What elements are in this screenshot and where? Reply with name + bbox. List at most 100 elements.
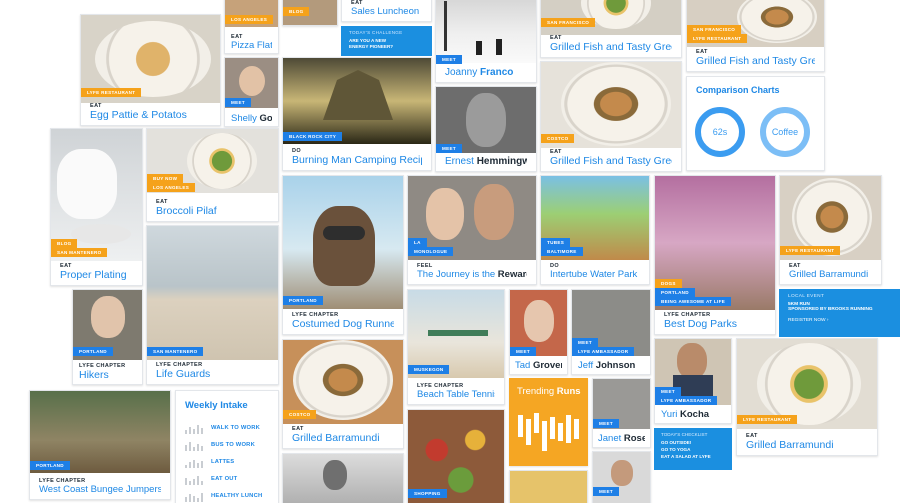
card-grilled-fish-right[interactable]: SAN FRANCISCO LYFE RESTAURANT EAT Grilled… [686, 0, 825, 72]
content-wall: LYFE RESTAURANT EAT Egg Pattie & Potatos … [0, 0, 910, 503]
checklist-item[interactable]: EAT A SALAD AT LYFE [661, 454, 725, 461]
restaurant-tag: LYFE RESTAURANT [780, 246, 841, 256]
card-hikers[interactable]: PORTLAND LYFE CHAPTER Hikers [72, 289, 143, 385]
intake-row[interactable]: WALK TO WORK [185, 421, 278, 435]
card-burning-man[interactable]: BLACK ROCK CITY DO Burning Man Camping Re… [282, 57, 432, 171]
card-best-dog-parks[interactable]: DOGS PORTLAND BEING AWESOME AT LIFE LYFE… [654, 175, 776, 335]
location-tag: SAN FRANCISCO [687, 25, 742, 35]
name-last: Rose [623, 433, 645, 444]
card-broccoli-pilaf[interactable]: BUY NOW LOS ANGELES EAT Broccoli Pilaf [146, 128, 279, 222]
trending-runs-card[interactable]: Trending Runs [509, 378, 588, 466]
monologue-tag: MONOLOGUE [408, 247, 454, 257]
card-barramundi-right[interactable]: LYFE RESTAURANT EAT Grilled Barramundi [736, 338, 878, 456]
blog-tag: BLOG [51, 239, 78, 249]
card-west-coast-bungee[interactable]: PORTLAND LYFE CHAPTER West Coast Bungee J… [29, 390, 171, 500]
card-title[interactable]: Egg Pattie & Potatos [90, 109, 211, 121]
card-soup-bottom[interactable] [509, 470, 588, 503]
tubes-tag: TUBES [541, 238, 571, 248]
card-title[interactable]: Best Dog Parks [664, 318, 766, 330]
card-title[interactable]: Broccoli Pilaf [156, 205, 269, 217]
donut-left-label: 62s [712, 127, 728, 137]
local-event-card[interactable]: LOCAL EVENT 5KM RUN SPONSORED BY BROOKS … [779, 289, 900, 337]
card-title[interactable]: Sales Luncheon [351, 6, 422, 17]
card-janet-rose[interactable]: MEET Janet Rose [592, 378, 651, 448]
register-link[interactable]: REGISTER NOW › [788, 318, 891, 323]
card-title[interactable]: Proper Plating [60, 269, 133, 281]
card-title[interactable]: Grilled Fish and Tasty Greens [550, 155, 672, 167]
card-title[interactable]: Grilled Fish and Tasty Greens [696, 55, 815, 67]
card-pizza-flats[interactable]: LOS ANGELES EATPizza Flats [224, 0, 279, 54]
location-tag: LYFE RESTAURANT [81, 88, 142, 98]
name-first: Yuri [661, 409, 678, 420]
card-shelly-gos[interactable]: MEET Shelly Gos [224, 57, 279, 127]
card-grilled-fish-top[interactable]: SAN FRANCISCO EAT Grilled Fish and Tasty … [540, 0, 682, 58]
location-tag: COSTCO [541, 134, 575, 144]
card-title[interactable]: Life Guards [156, 368, 269, 380]
awesome-tag: BEING AWESOME AT LIFE [655, 297, 732, 307]
name-first: Janet [598, 433, 622, 444]
name-last: Gos [259, 113, 272, 124]
card-jeff-johnson[interactable]: MEET LYFE AMBASSADOR Jeff Johnson [571, 289, 651, 375]
location-tag: PORTLAND [73, 347, 113, 357]
card-costumed-dog-runners[interactable]: PORTLAND LYFE CHAPTER Costumed Dog Runner… [282, 175, 404, 335]
location-tag: SAN FRANCISCO [541, 18, 596, 28]
name-last: Kocha [680, 409, 710, 420]
checklist-card[interactable]: TODAY'S CHECKLIST GO OUTSIDE! GO TO YOGA… [654, 428, 732, 470]
card-sales-luncheon[interactable]: EAT Sales Luncheon [341, 0, 432, 22]
location-tag: PORTLAND [655, 288, 695, 298]
card-title[interactable]: Costumed Dog Runners [292, 318, 394, 330]
card-title[interactable]: Grilled Barramundi [292, 432, 394, 444]
trending-bar-chart [518, 409, 582, 459]
chevron-right-icon: › [826, 318, 829, 323]
card-chef-bottom[interactable]: MEET [592, 451, 651, 503]
card-grilled-fish-costco[interactable]: COSTCO EATGrilled Fish and Tasty Greens [540, 61, 682, 172]
name-first: Joanny [445, 67, 478, 78]
food-photo [510, 471, 587, 503]
meet-tag: MEET [593, 487, 619, 497]
card-title[interactable]: Burning Man Camping Recipes [292, 154, 422, 166]
card-egg-pattie[interactable]: LYFE RESTAURANT EAT Egg Pattie & Potatos [80, 14, 221, 126]
location-tag: PORTLAND [283, 296, 323, 306]
intake-label: BUS TO WORK [211, 442, 255, 448]
card-yuri-kocha[interactable]: MEET LYFE AMBASSADOR Yuri Kocha [654, 338, 732, 424]
card-ernest-hemmingway[interactable]: MEET Ernest Hemmingway [435, 86, 537, 172]
checklist-item[interactable]: GO TO YOGA [661, 447, 725, 454]
location-tag: LA [408, 238, 427, 248]
checklist-item[interactable]: GO OUTSIDE! [661, 440, 725, 447]
card-title[interactable]: Grilled Fish and Tasty Greens [550, 41, 672, 53]
card-title[interactable]: Beach Table Tennis [417, 389, 495, 400]
card-title[interactable]: West Coast Bungee Jumpers [39, 484, 161, 495]
intake-bars [185, 458, 205, 468]
card-title[interactable]: Grilled Barramundi [789, 269, 872, 280]
intake-bars [185, 475, 205, 485]
intake-row[interactable]: EAT OUT [185, 472, 278, 486]
weekly-intake-card[interactable]: Weekly Intake WALK TO WORK BUS TO WORK L… [175, 390, 279, 503]
name-last: Johnson [595, 360, 636, 371]
name-first: Ernest [445, 156, 474, 167]
card-journey-reward[interactable]: LA MONOLOGUE FEEL The Journey is the Rewa… [407, 175, 537, 285]
card-intertube-water-park[interactable]: TUBES BALTIMORE DO Intertube Water Park [540, 175, 650, 285]
intake-row[interactable]: BUS TO WORK [185, 438, 278, 452]
card-beach-table-tennis[interactable]: MUSKEGON LYFE CHAPTER Beach Table Tennis [407, 289, 505, 405]
card-title[interactable]: Pizza Flats [231, 40, 272, 51]
card-proper-plating[interactable]: BLOG SAN MANTENERO EAT Proper Plating [50, 128, 143, 286]
card-barramundi-costco[interactable]: COSTCO EAT Grilled Barramundi [282, 339, 404, 449]
card-joanny-franco[interactable]: MEET Joanny Franco [435, 0, 537, 83]
card-title[interactable]: Intertube Water Park [550, 269, 640, 280]
comparison-charts-card[interactable]: Comparison Charts 62s Coffee [686, 76, 825, 171]
card-shopping[interactable]: SHOPPING [407, 409, 505, 503]
card-title[interactable]: Grilled Barramundi [746, 439, 868, 451]
card-blog-top[interactable]: BLOG [282, 0, 338, 26]
card-barramundi-top[interactable]: LYFE RESTAURANT EAT Grilled Barramundi [779, 175, 882, 285]
intake-row[interactable]: HEALTHY LUNCH [185, 489, 278, 503]
dogs-tag: DOGS [655, 279, 682, 289]
intake-row[interactable]: LATTES [185, 455, 278, 469]
challenge-card[interactable]: TODAY'S CHALLENGE ARE YOU A NEW ENERGY P… [341, 26, 432, 56]
beach-photo [147, 226, 278, 360]
card-life-guards[interactable]: SAN MANTENERO LYFE CHAPTER Life Guards [146, 225, 279, 385]
challenge-label: TODAY'S CHALLENGE [349, 30, 403, 35]
dog-photo [283, 176, 403, 309]
card-tad-grover[interactable]: MEET Tad Grover [509, 289, 568, 375]
card-meet-bottom[interactable] [282, 453, 404, 503]
card-title[interactable]: Hikers [79, 369, 136, 381]
